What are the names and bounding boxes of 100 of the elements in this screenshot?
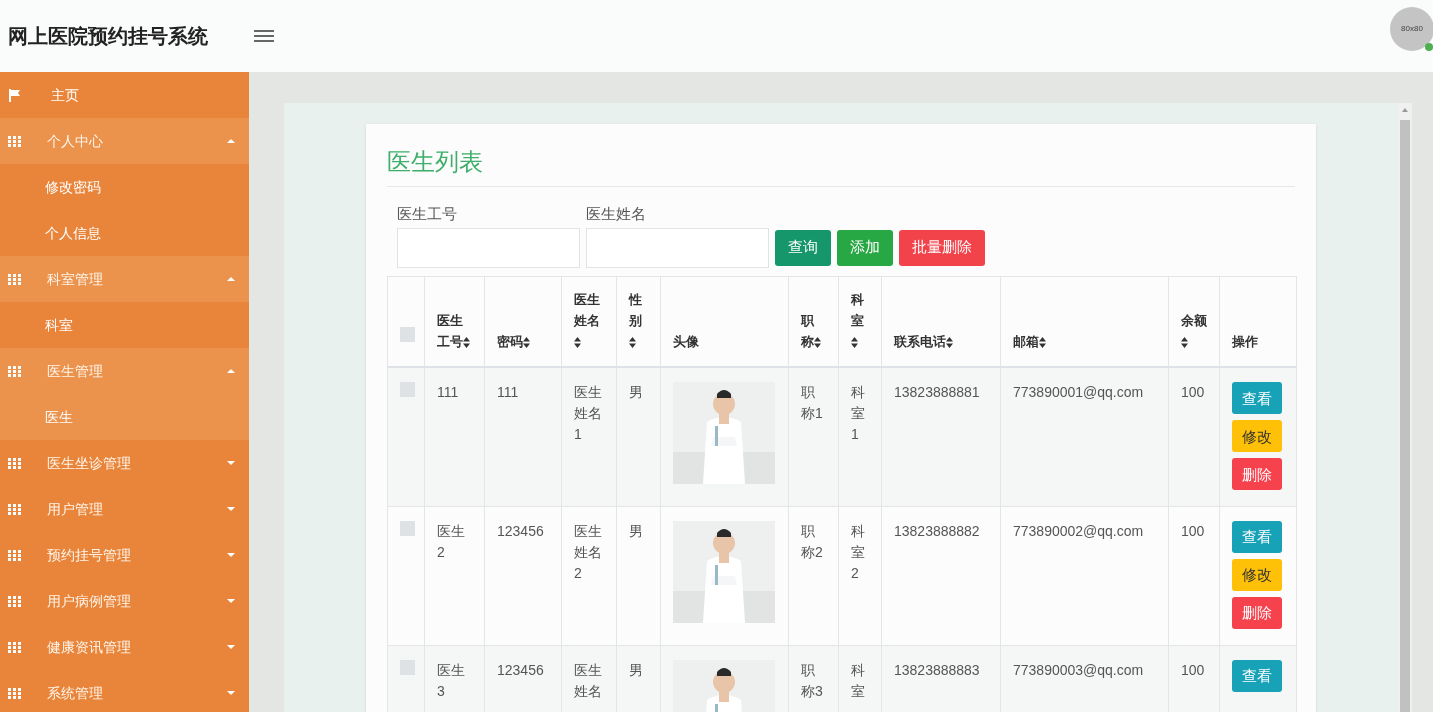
grid-icon (8, 641, 21, 653)
batch-delete-button[interactable]: 批量删除 (899, 229, 985, 266)
table-cell: 111 (497, 384, 519, 400)
menu-icon[interactable] (254, 28, 274, 44)
grid-icon (8, 503, 21, 515)
menu-group[interactable]: 科室管理 (0, 256, 249, 302)
caret-down-icon (227, 691, 235, 695)
menu-group[interactable]: 健康资讯管理 (0, 624, 249, 670)
sort-icon[interactable] (814, 337, 821, 349)
caret-up-icon (227, 277, 235, 281)
menu-item[interactable]: 主页 (0, 72, 249, 118)
sort-icon[interactable] (946, 337, 953, 349)
input-field[interactable] (397, 227, 580, 268)
grid-icon (8, 273, 21, 285)
table-cell: 男 (629, 384, 643, 400)
menu-group[interactable]: 用户管理 (0, 486, 249, 532)
caret-down-icon (227, 507, 235, 511)
table-cell: 医生2 (437, 522, 465, 560)
caret-up-icon (227, 369, 235, 373)
table-cell: 职称1 (801, 384, 823, 421)
column-header[interactable]: 职称 (788, 276, 839, 367)
table-cell: 123456 (497, 522, 544, 539)
view-button[interactable]: 查看 (1232, 520, 1282, 553)
caret-down-icon (227, 461, 235, 465)
app-title: 网上医院预约挂号系统 (8, 24, 208, 49)
view-button[interactable]: 查看 (1232, 659, 1282, 692)
table-cell: 773890002@qq.com (1013, 522, 1144, 539)
table-cell: 773890003@qq.com (1013, 661, 1144, 678)
table-cell: 773890001@qq.com (1013, 384, 1144, 400)
checkbox[interactable] (400, 327, 415, 342)
menu-group[interactable]: 医生管理 (0, 348, 249, 394)
column-header[interactable]: 科室 (838, 276, 882, 367)
menu-group[interactable]: 医生坐诊管理 (0, 440, 249, 486)
menu-group[interactable]: 预约挂号管理 (0, 532, 249, 578)
caret-down-icon (227, 645, 235, 649)
column-header[interactable]: 余额 (1168, 276, 1220, 367)
field-label: 医生姓名 (586, 204, 647, 224)
table-cell: 111 (437, 384, 459, 400)
sort-icon[interactable] (629, 337, 636, 349)
column-header[interactable]: 头像 (660, 276, 789, 367)
table-cell: 13823888881 (894, 384, 980, 400)
table-cell: 100 (1181, 661, 1205, 678)
table-cell: 100 (1181, 384, 1205, 400)
view-button[interactable]: 查看 (1232, 382, 1282, 414)
submenu-item[interactable]: 科室 (0, 302, 249, 348)
field-label: 医生工号 (397, 204, 458, 224)
submenu-item[interactable]: 个人信息 (0, 210, 249, 256)
sort-icon[interactable] (463, 337, 470, 349)
scroll-thumb[interactable] (1400, 120, 1410, 712)
scrollbar[interactable] (1398, 103, 1412, 712)
table-cell: 医生姓名 (574, 661, 602, 699)
table-cell: 科室 (851, 661, 865, 699)
table-cell: 医生姓名1 (574, 384, 602, 442)
add-button[interactable]: 添加 (837, 229, 893, 266)
grid-icon (8, 365, 21, 377)
table-cell: 科室1 (851, 384, 865, 442)
menu-group[interactable]: 用户病例管理 (0, 578, 249, 624)
input-field[interactable] (586, 227, 769, 268)
table-cell: 医生3 (437, 661, 465, 699)
grid-icon (8, 457, 21, 469)
avatar[interactable]: 80x80 (1390, 7, 1433, 51)
column-header[interactable]: 医生工号 (424, 276, 485, 367)
menu-group[interactable]: 个人中心 (0, 118, 249, 164)
caret-up-icon (227, 139, 235, 143)
table-cell: 医生姓名2 (574, 522, 602, 581)
caret-down-icon (227, 599, 235, 603)
table-cell: 职称3 (801, 661, 823, 699)
table-cell: 13823888883 (894, 661, 980, 678)
column-header[interactable]: 邮箱 (1000, 276, 1169, 367)
checkbox[interactable] (400, 520, 415, 536)
sort-icon[interactable] (1039, 337, 1046, 349)
table-cell: 100 (1181, 522, 1205, 539)
sort-icon[interactable] (851, 337, 858, 349)
page-title: 医生列表 (387, 148, 483, 175)
column-header[interactable]: 性别 (616, 276, 661, 367)
column-header[interactable]: 操作 (1219, 276, 1297, 367)
submenu-item[interactable]: 医生 (0, 394, 249, 440)
grid-icon (8, 135, 21, 147)
sort-icon[interactable] (1181, 337, 1188, 349)
delete-button[interactable]: 删除 (1232, 596, 1282, 629)
table-cell: 职称2 (801, 522, 823, 560)
grid-icon (8, 549, 21, 561)
search-button[interactable]: 查询 (775, 229, 831, 266)
caret-down-icon (227, 553, 235, 557)
table-cell: 男 (629, 661, 643, 678)
column-header[interactable]: 医生姓名 (561, 276, 617, 367)
column-header[interactable]: 联系电话 (881, 276, 1001, 367)
column-header[interactable]: 密码 (484, 276, 562, 367)
edit-button[interactable]: 修改 (1232, 420, 1282, 452)
edit-button[interactable]: 修改 (1232, 558, 1282, 591)
table-cell: 123456 (497, 661, 544, 678)
grid-icon (8, 687, 21, 699)
flag-icon (8, 88, 21, 102)
sort-icon[interactable] (574, 337, 581, 349)
submenu-item[interactable]: 修改密码 (0, 164, 249, 210)
delete-button[interactable]: 删除 (1232, 458, 1282, 490)
table-cell: 13823888882 (894, 522, 980, 539)
menu-group[interactable]: 系统管理 (0, 670, 249, 712)
sort-icon[interactable] (523, 337, 530, 349)
grid-icon (8, 595, 21, 607)
